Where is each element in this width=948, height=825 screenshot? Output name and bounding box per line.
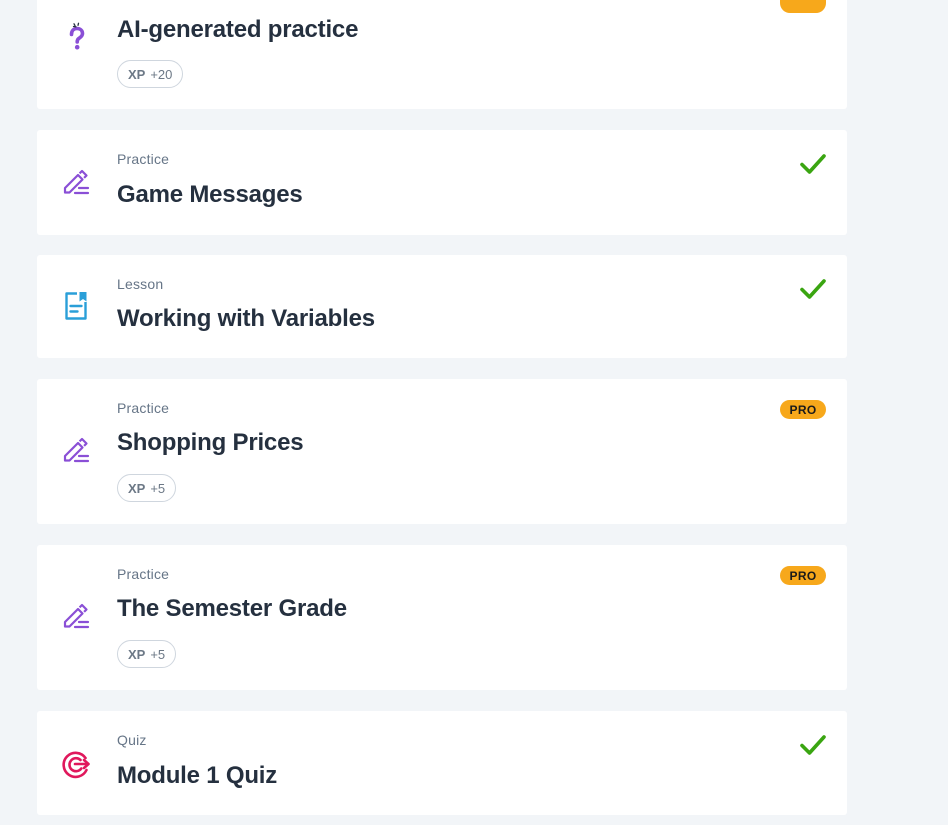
- item-title: AI-generated practice: [117, 16, 359, 43]
- xp-label: XP: [128, 646, 146, 662]
- xp-badge: XP +20: [117, 60, 184, 88]
- item-title: Game Messages: [117, 181, 303, 208]
- xp-label: XP: [128, 480, 146, 496]
- completed-check-icon: [799, 152, 827, 176]
- item-title: The Semester Grade: [117, 595, 347, 622]
- pro-badge: PRO: [780, 400, 826, 419]
- pencil-edit-icon: [61, 167, 91, 197]
- item-type: Practice: [117, 151, 170, 167]
- xp-value: +5: [150, 646, 166, 662]
- lesson-card-ai-practice[interactable]: AI-generated practice XP +20: [37, 0, 847, 109]
- document-bookmark-icon: [61, 291, 91, 321]
- item-type: Lesson: [117, 276, 164, 292]
- pro-badge: PRO: [780, 566, 826, 585]
- lesson-card-module-1-quiz[interactable]: Quiz Module 1 Quiz: [37, 711, 847, 815]
- lesson-card-shopping-prices[interactable]: Practice Shopping Prices PRO XP +5: [37, 379, 847, 524]
- item-type: Practice: [117, 566, 170, 582]
- xp-badge: XP +5: [117, 640, 177, 668]
- target-icon: [61, 749, 91, 779]
- lesson-card-game-messages[interactable]: Practice Game Messages: [37, 130, 847, 235]
- completed-check-icon: [799, 733, 827, 757]
- xp-label: XP: [128, 66, 146, 82]
- xp-badge: XP +5: [117, 474, 177, 502]
- item-title: Working with Variables: [117, 305, 375, 332]
- pro-badge: [780, 0, 826, 13]
- lesson-card-semester-grade[interactable]: Practice The Semester Grade PRO XP +5: [37, 545, 847, 690]
- completed-check-icon: [799, 277, 827, 301]
- item-title: Shopping Prices: [117, 429, 304, 456]
- item-type: Quiz: [117, 732, 147, 748]
- lesson-card-working-with-variables[interactable]: Lesson Working with Variables: [37, 255, 847, 358]
- question-sparkle-icon: [61, 22, 91, 52]
- xp-value: +20: [150, 66, 173, 82]
- item-type: Practice: [117, 400, 170, 416]
- xp-value: +5: [150, 480, 166, 496]
- pencil-edit-icon: [61, 601, 91, 631]
- pencil-edit-icon: [61, 435, 91, 465]
- item-title: Module 1 Quiz: [117, 762, 278, 789]
